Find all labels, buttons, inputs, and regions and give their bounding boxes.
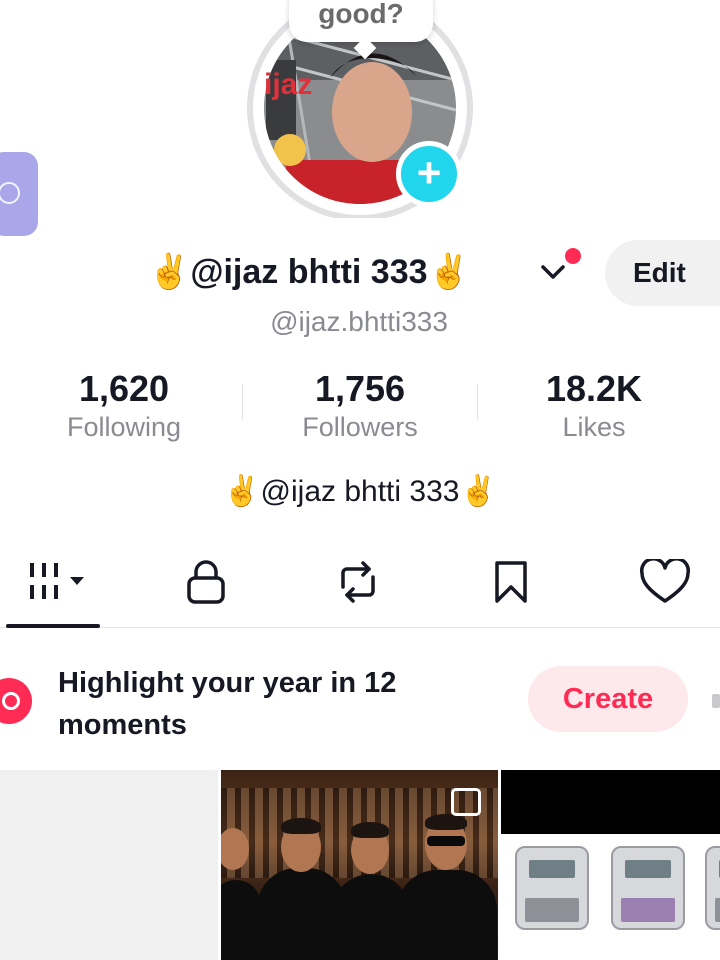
bio-text: ✌️@ijaz bhtti 333✌️ [223,475,497,508]
video-tile-meters[interactable] [501,770,720,960]
repost-icon [341,561,375,603]
side-floating-tab[interactable] [0,152,38,236]
stat-value: 1,756 [314,368,406,409]
tab-reposts[interactable] [323,554,393,610]
meter-image [611,846,685,930]
sunglasses [427,836,465,846]
tile-top-band [501,770,720,834]
meter-image [515,846,589,930]
create-button[interactable]: Create [528,666,688,732]
highlight-text: Highlight your year in 12 moments [58,667,397,741]
grid-icon [30,563,84,599]
tab-videos[interactable] [22,554,92,610]
chevron-down-icon[interactable] [540,264,566,282]
more-indicator [712,694,720,708]
profile-tabs [0,540,720,628]
highlight-banner: Highlight your year in 12 moments Create [0,650,720,750]
lock-icon [187,560,225,604]
heart-icon [639,559,691,603]
stat-divider [242,384,243,420]
video-tile-group-photo[interactable] [221,770,498,960]
stat-label: Followers [302,412,418,442]
stat-label: Likes [562,412,626,442]
side-tab-icon [0,182,20,204]
avatar-note-bubble[interactable]: good? [289,0,433,42]
camera-icon [0,678,32,724]
stat-likes[interactable]: 18.2K Likes [494,368,694,443]
stat-divider [477,384,478,420]
stat-followers[interactable]: 1,756 Followers [260,368,460,443]
plus-icon: + [416,148,442,196]
tab-private[interactable] [171,554,241,610]
stat-value: 1,620 [78,368,170,409]
multi-photo-icon [451,788,481,816]
stat-following[interactable]: 1,620 Following [24,368,224,443]
username: @ijaz.bhtti333 [270,306,448,337]
stat-value: 18.2K [545,368,643,409]
video-grid [0,770,720,960]
bookmark-icon [495,561,527,603]
edit-profile-button[interactable]: Edit [605,240,720,306]
meter-image [705,846,720,930]
notification-dot [565,248,581,264]
display-name: ✌️@ijaz bhtti 333✌️ [148,253,470,291]
note-bubble-text: good? [318,0,404,29]
add-avatar-button[interactable]: + [396,141,462,207]
tab-favorites[interactable] [476,554,546,610]
stat-label: Following [66,412,182,442]
video-tile-placeholder[interactable] [0,770,218,960]
active-tab-indicator [6,624,100,628]
tab-liked[interactable] [630,554,700,610]
avatar-watermark: ijaz [264,68,312,101]
